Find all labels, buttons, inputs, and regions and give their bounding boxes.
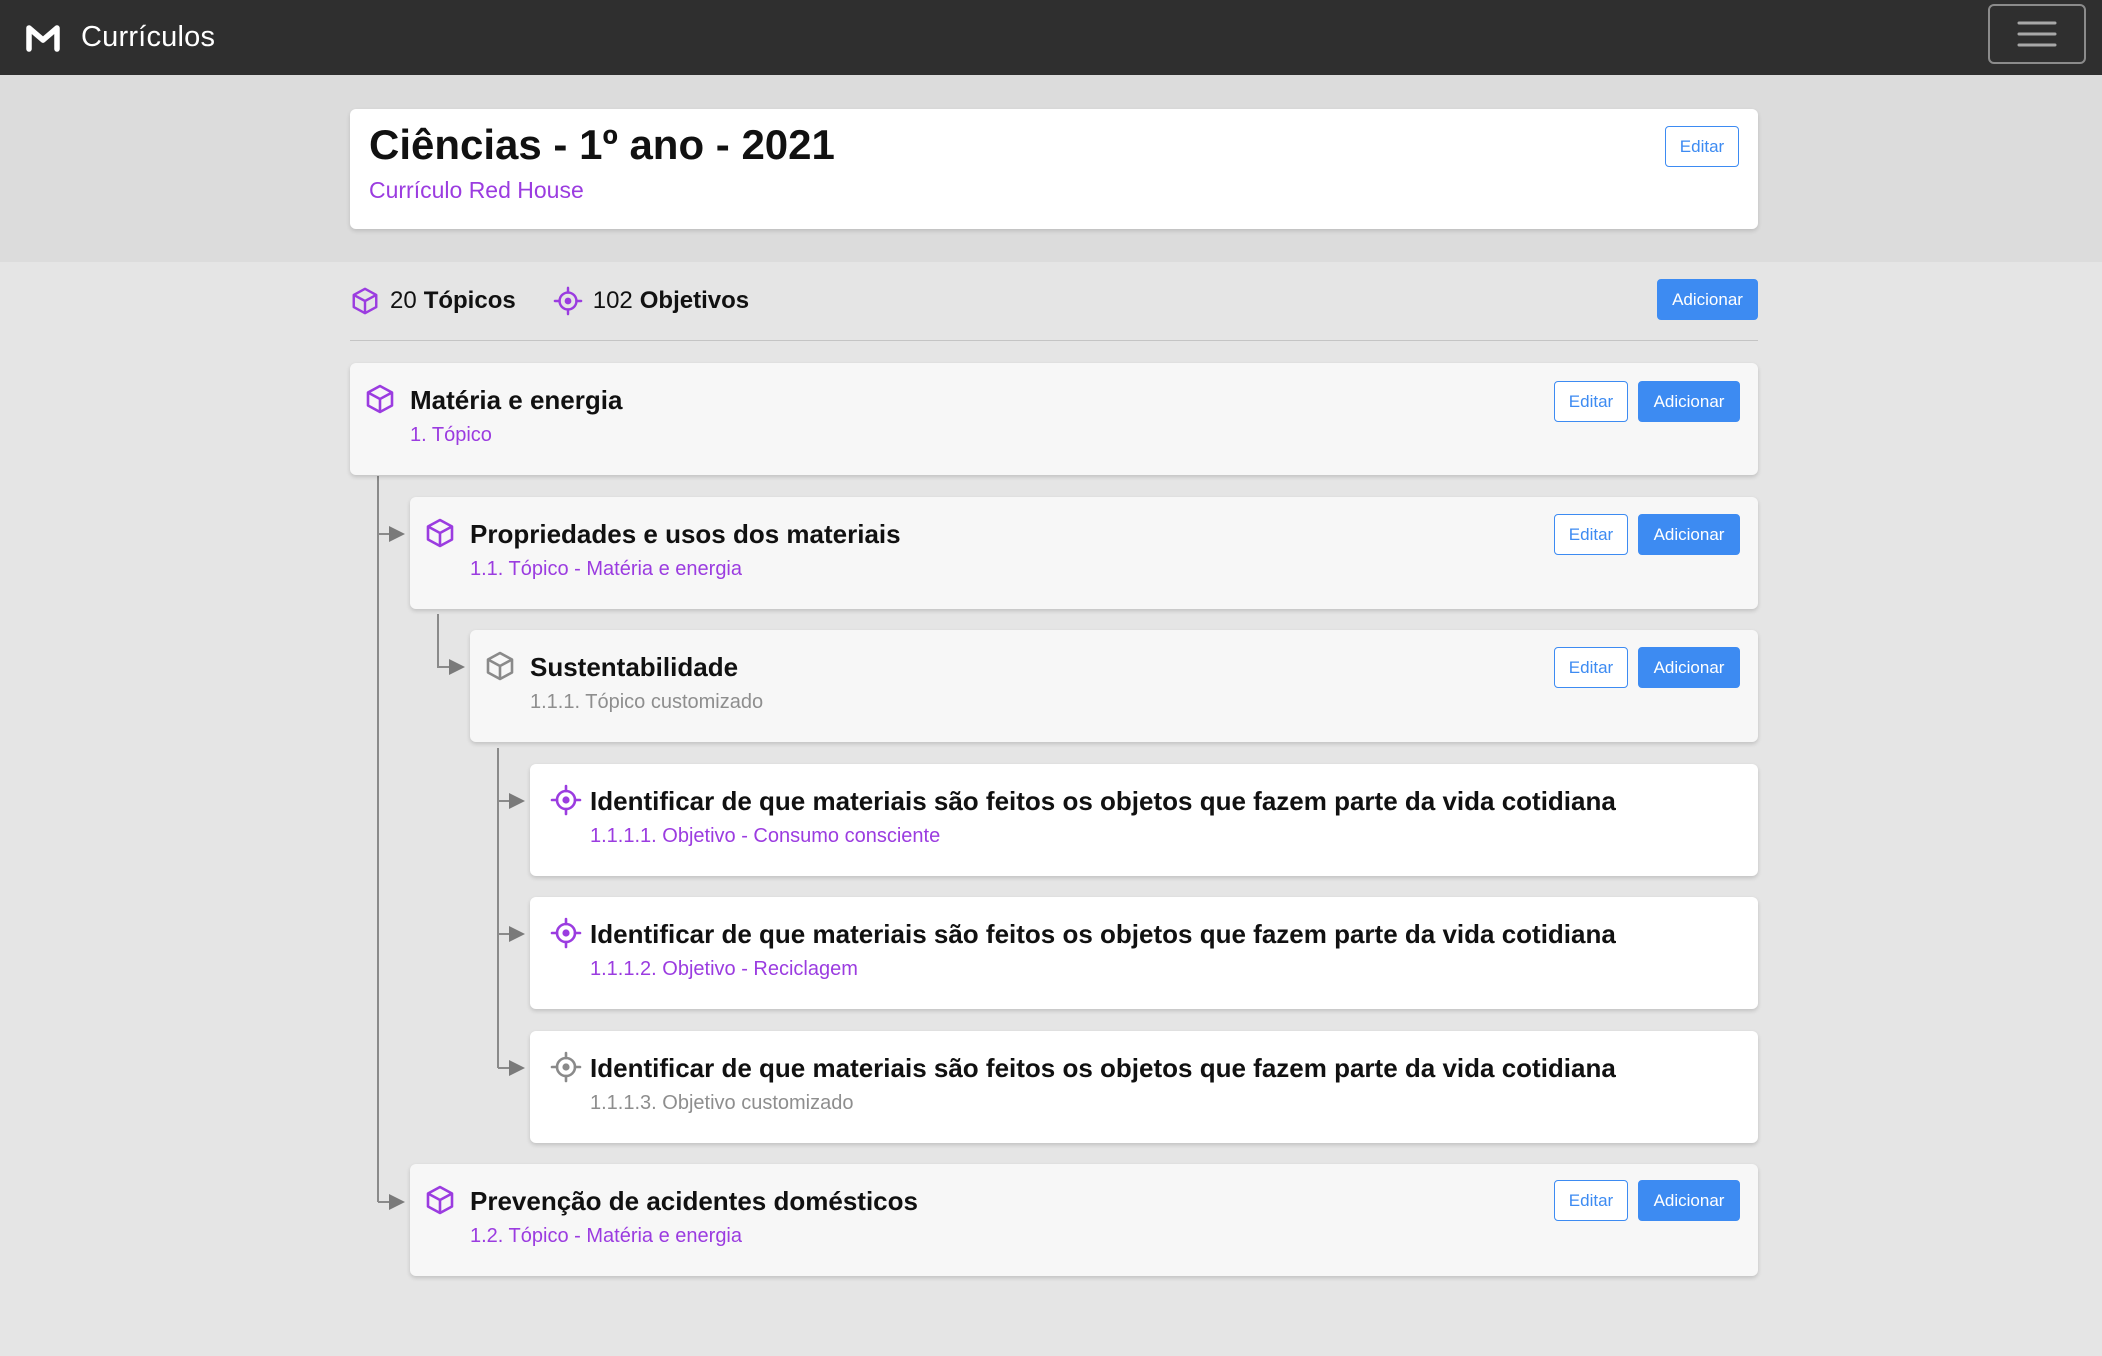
add-root-button[interactable]: Adicionar <box>1657 279 1758 320</box>
add-topic-child-button[interactable]: Adicionar <box>1638 647 1740 688</box>
objective-subtitle: 1.1.1.2. Objetivo - Reciclagem <box>590 958 858 980</box>
objective-card[interactable]: Identificar de que materiais são feitos … <box>530 897 1758 1009</box>
target-icon <box>553 286 583 316</box>
objective-subtitle: 1.1.1.1. Objetivo - Consumo consciente <box>590 825 941 847</box>
objective-card[interactable]: Identificar de que materiais são feitos … <box>530 764 1758 876</box>
top-navbar: Currículos <box>0 0 2102 75</box>
topic-subtitle: 1.2. Tópico - Matéria e energia <box>470 1225 743 1247</box>
m-logo-icon <box>26 24 60 52</box>
cube-icon <box>424 1184 456 1216</box>
objectives-count: 102 <box>592 287 633 314</box>
edit-topic-button[interactable]: Editar <box>1554 1180 1628 1221</box>
add-topic-child-button[interactable]: Adicionar <box>1638 514 1740 555</box>
app-title: Currículos <box>81 21 216 53</box>
target-icon <box>550 1051 582 1083</box>
topic-title: Matéria e energia <box>410 385 623 415</box>
menu-toggle-button[interactable] <box>1988 4 2086 64</box>
objective-title: Identificar de que materiais são feitos … <box>590 919 1616 949</box>
cube-icon <box>484 650 516 682</box>
add-topic-child-button[interactable]: Adicionar <box>1638 1180 1740 1221</box>
stats-bar: 20 Tópicos 102 Objetivos <box>350 281 749 321</box>
cube-icon <box>424 517 456 549</box>
edit-topic-button[interactable]: Editar <box>1554 514 1628 555</box>
target-icon <box>550 917 582 949</box>
curriculum-subtitle: Currículo Red House <box>369 177 584 203</box>
topic-subtitle: 1.1. Tópico - Matéria e energia <box>470 558 743 580</box>
objective-card[interactable]: Identificar de que materiais são feitos … <box>530 1031 1758 1143</box>
divider <box>350 340 1758 341</box>
topic-subtitle: 1. Tópico <box>410 424 492 446</box>
objective-subtitle: 1.1.1.3. Objetivo customizado <box>590 1092 854 1114</box>
topic-card[interactable]: Matéria e energia 1. Tópico Editar Adici… <box>350 363 1758 475</box>
topics-label: Tópicos <box>423 287 516 314</box>
edit-curriculum-button[interactable]: Editar <box>1665 126 1739 167</box>
brand[interactable]: Currículos <box>25 21 215 54</box>
page-title: Ciências - 1º ano - 2021 <box>369 121 835 168</box>
topic-title: Propriedades e usos dos materiais <box>470 519 901 549</box>
cube-icon <box>364 383 396 415</box>
objective-title: Identificar de que materiais são feitos … <box>590 786 1616 816</box>
objective-title: Identificar de que materiais são feitos … <box>590 1053 1616 1083</box>
cube-icon <box>350 286 380 316</box>
topics-stat: 20 Tópicos <box>350 286 516 316</box>
topic-card[interactable]: Prevenção de acidentes domésticos 1.2. T… <box>410 1164 1758 1276</box>
add-topic-child-button[interactable]: Adicionar <box>1638 381 1740 422</box>
topic-title: Prevenção de acidentes domésticos <box>470 1186 918 1216</box>
topics-count: 20 <box>390 287 417 314</box>
objectives-label: Objetivos <box>639 287 750 314</box>
topic-card[interactable]: Propriedades e usos dos materiais 1.1. T… <box>410 497 1758 609</box>
edit-topic-button[interactable]: Editar <box>1554 381 1628 422</box>
target-icon <box>550 784 582 816</box>
topic-card[interactable]: Sustentabilidade 1.1.1. Tópico customiza… <box>470 630 1758 742</box>
edit-topic-button[interactable]: Editar <box>1554 647 1628 688</box>
curriculum-header-card: Ciências - 1º ano - 2021 Currículo Red H… <box>350 109 1758 229</box>
topic-subtitle: 1.1.1. Tópico customizado <box>530 691 764 713</box>
objectives-stat: 102 Objetivos <box>553 286 749 316</box>
topic-title: Sustentabilidade <box>530 652 739 682</box>
hamburger-icon <box>2017 21 2057 47</box>
